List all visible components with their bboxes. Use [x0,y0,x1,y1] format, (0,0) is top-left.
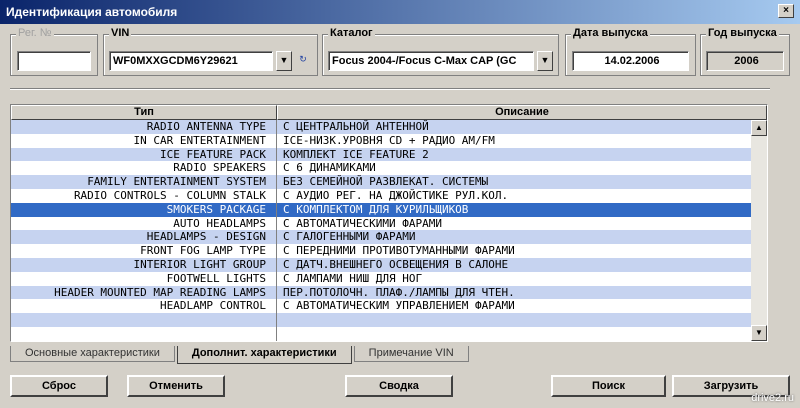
window-title-bar: Идентификация автомобиля × [0,0,800,24]
table-row[interactable]: HEADER MOUNTED MAP READING LAMPS ПЕР.ПОТО… [11,285,751,300]
reg-number-field[interactable] [17,51,91,71]
issue-year-group: Год выпуска 2006 [700,27,790,76]
scroll-down-icon: ▼ [755,328,763,337]
cell-description: С ПЕРЕДНИМИ ПРОТИВОТУМАННЫМИ ФАРАМИ [283,244,515,258]
cell-type: ICE FEATURE PACK [11,147,277,162]
catalog-label: Каталог [328,27,375,39]
table-row[interactable]: FOOTWELL LIGHTS С ЛАМПАМИ НИШ ДЛЯ НОГ [11,271,751,286]
cell-type: RADIO SPEAKERS [11,161,277,176]
table-row[interactable]: FRONT FOG LAMP TYPE С ПЕРЕДНИМИ ПРОТИВОТУ… [11,244,751,258]
dropdown-arrow-icon: ▼ [279,55,289,65]
reset-button[interactable]: Сброс [10,375,108,397]
issue-date-group: Дата выпуска 14.02.2006 [565,27,696,76]
table-row[interactable]: IN CAR ENTERTAINMENT ICE-НИЗК.УРОВНЯ CD +… [11,133,751,148]
cell-type: HEADLAMPS - DESIGN [11,230,277,245]
table-row[interactable]: SMOKERS PACKAGE С КОМПЛЕКТОМ ДЛЯ КУРИЛЬЩИ… [11,202,751,217]
catalog-dropdown-button[interactable]: ▼ [537,51,553,71]
cell-type: RADIO CONTROLS - COLUMN STALK [11,188,277,203]
cell-description: С ЦЕНТРАЛЬНОЙ АНТЕННОЙ [283,120,429,133]
table-row[interactable]: AUTO HEADLAMPS С АВТОМАТИЧЕСКИМИ ФАРАМИ [11,216,751,231]
reg-number-group: Рег. № [10,27,98,76]
cell-description [277,313,751,327]
section-divider [10,88,770,90]
cell-type: FAMILY ENTERTAINMENT SYSTEM [11,175,277,189]
vin-label: VIN [109,27,132,39]
cell-description: С 6 ДИНАМИКАМИ [283,161,376,175]
issue-year-label: Год выпуска [706,27,779,39]
table-row[interactable]: FAMILY ENTERTAINMENT SYSTEM БЕЗ СЕМЕЙНОЙ … [11,175,751,189]
cell-description: С КОМПЛЕКТОМ ДЛЯ КУРИЛЬЩИКОВ [283,202,469,216]
grid-header: Тип Описание [11,105,767,120]
tab-1[interactable]: Дополнит. характеристики [176,346,352,364]
issue-date-label: Дата выпуска [571,27,650,39]
cell-type [11,313,277,327]
vin-refresh-button[interactable]: ↻ [295,51,311,71]
cell-type: RADIO ANTENNA TYPE [11,120,277,134]
catalog-field[interactable]: Focus 2004-/Focus C-Max CAP (GC [328,51,534,71]
tab-0[interactable]: Основные характеристики [10,346,175,362]
summary-button[interactable]: Сводка [345,375,453,397]
window-title: Идентификация автомобиля [6,5,178,19]
vin-dropdown-button[interactable]: ▼ [276,51,292,71]
cell-description: С ДАТЧ.ВНЕШНЕГО ОСВЕЩЕНИЯ В САЛОНЕ [283,257,509,271]
cell-description: С АУДИО РЕГ. НА ДЖОЙСТИКЕ РУЛ.КОЛ. [283,188,509,202]
table-row[interactable]: HEADLAMPS - DESIGN С ГАЛОГЕННЫМИ ФАРАМИ [11,230,751,245]
tab-2[interactable]: Примечание VIN [353,346,469,362]
table-row[interactable]: RADIO CONTROLS - COLUMN STALK С АУДИО РЕГ… [11,188,751,203]
scroll-up-button[interactable]: ▲ [751,120,767,136]
cell-description [277,327,751,341]
scroll-down-button[interactable]: ▼ [751,325,767,341]
cell-type: IN CAR ENTERTAINMENT [11,133,277,148]
cell-description: ПЕР.ПОТОЛОЧН. ПЛАФ./ЛАМПЫ ДЛЯ ЧТЕН. [283,285,515,299]
cell-type: INTERIOR LIGHT GROUP [11,257,277,272]
cell-type: HEADER MOUNTED MAP READING LAMPS [11,285,277,300]
cancel-button[interactable]: Отменить [127,375,225,397]
table-row[interactable]: ICE FEATURE PACK КОМПЛЕКТ ICE FEATURE 2 [11,147,751,162]
cell-description: ICE-НИЗК.УРОВНЯ CD + РАДИО AM/FM [283,133,495,147]
cell-type: HEADLAMP CONTROL [11,299,277,314]
search-button[interactable]: Поиск [551,375,666,397]
refresh-icon: ↻ [299,54,307,64]
cell-type: FRONT FOG LAMP TYPE [11,244,277,258]
watermark: drive2.ru [751,392,794,404]
cell-description: БЕЗ СЕМЕЙНОЙ РАЗВЛЕКАТ. СИСТЕМЫ [283,175,489,189]
column-header-type[interactable]: Тип [11,105,277,120]
table-row[interactable]: INTERIOR LIGHT GROUP С ДАТЧ.ВНЕШНЕГО ОСВЕ… [11,257,751,272]
table-row[interactable] [11,326,751,341]
table-row[interactable]: RADIO SPEAKERS С 6 ДИНАМИКАМИ [11,161,751,176]
cell-type: SMOKERS PACKAGE [11,202,277,217]
vertical-scrollbar[interactable]: ▲ ▼ [751,120,767,341]
characteristics-grid: Тип Описание RADIO ANTENNA TYPE С ЦЕНТРАЛ… [10,104,768,342]
close-button[interactable]: × [778,4,794,18]
cell-description: С АВТОМАТИЧЕСКИМИ ФАРАМИ [283,216,442,230]
table-row[interactable]: RADIO ANTENNA TYPE С ЦЕНТРАЛЬНОЙ АНТЕННОЙ [11,120,751,134]
cell-type [11,326,277,341]
catalog-group: Каталог Focus 2004-/Focus C-Max CAP (GC … [322,27,559,76]
issue-date-field[interactable]: 14.02.2006 [572,51,689,71]
cell-description: С АВТОМАТИЧЕСКИМ УПРАВЛЕНИЕМ ФАРАМИ [283,299,515,313]
cell-type: AUTO HEADLAMPS [11,216,277,231]
dropdown-arrow-icon: ▼ [540,55,550,65]
vin-field[interactable]: WF0MXXGCDM6Y29621 [109,51,273,71]
cell-description: С ГАЛОГЕННЫМИ ФАРАМИ [283,230,416,244]
grid-rows: RADIO ANTENNA TYPE С ЦЕНТРАЛЬНОЙ АНТЕННОЙ… [11,120,751,341]
issue-year-field: 2006 [706,51,784,71]
table-row[interactable] [11,313,751,327]
reg-number-label: Рег. № [16,27,54,39]
cell-description: С ЛАМПАМИ НИШ ДЛЯ НОГ [283,271,423,285]
table-row[interactable]: HEADLAMP CONTROL С АВТОМАТИЧЕСКИМ УПРАВЛЕ… [11,299,751,314]
cell-description: КОМПЛЕКТ ICE FEATURE 2 [283,147,429,161]
cell-type: FOOTWELL LIGHTS [11,271,277,286]
bottom-tabs: Основные характеристики Дополнит. характе… [10,346,471,364]
scroll-up-icon: ▲ [755,123,763,132]
column-header-description[interactable]: Описание [277,105,767,120]
vin-group: VIN WF0MXXGCDM6Y29621 ▼ ↻ [103,27,318,76]
